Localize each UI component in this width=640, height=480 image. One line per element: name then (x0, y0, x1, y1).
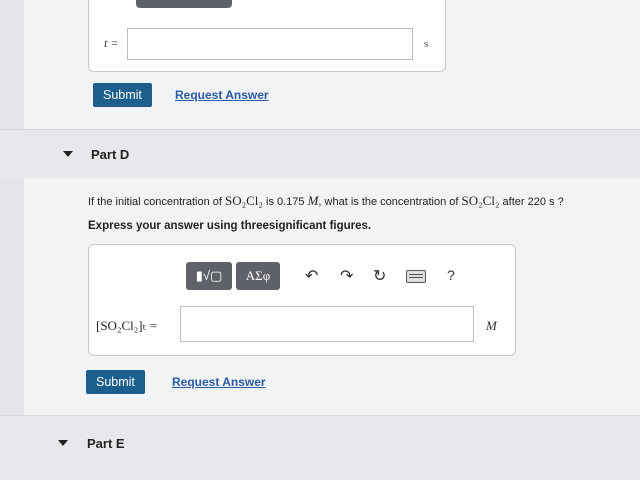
request-answer-link-prev[interactable]: Request Answer (175, 88, 269, 102)
concentration-label: [SO₂Cl₂]ₜ = (96, 318, 158, 333)
concentration-answer-input[interactable] (180, 306, 474, 342)
request-answer-link[interactable]: Request Answer (172, 375, 266, 389)
undo-icon[interactable]: ↶ (305, 266, 318, 286)
previous-toolbar[interactable] (136, 0, 232, 8)
part-e-header[interactable]: Part E (0, 416, 640, 480)
part-d-title: Part D (91, 147, 130, 162)
greek-symbols-button[interactable]: ΑΣφ (236, 262, 280, 290)
caret-down-icon (63, 151, 73, 157)
math-toolbar: ▮√▢ ΑΣφ (186, 261, 280, 291)
time-variable-label: t = (104, 36, 119, 50)
redo-icon[interactable]: ↷ (340, 266, 353, 286)
keyboard-icon[interactable] (406, 270, 426, 283)
instruction-text: Express your answer using threesignifica… (88, 220, 372, 232)
math-templates-button[interactable]: ▮√▢ (186, 262, 232, 290)
submit-button[interactable]: Submit (86, 370, 145, 394)
concentration-unit-label: M (486, 318, 497, 333)
reset-icon[interactable]: ↻ (373, 266, 386, 286)
time-answer-input[interactable] (127, 28, 413, 60)
question-text: If the initial concentration of SO₂Cl₂ i… (88, 193, 564, 208)
help-button[interactable]: ? (447, 267, 455, 283)
submit-button-prev[interactable]: Submit (93, 83, 152, 107)
time-unit-label: s (424, 38, 429, 50)
left-gutter (0, 0, 24, 480)
caret-down-icon (58, 440, 68, 446)
part-d-header[interactable]: Part D (0, 130, 640, 178)
part-e-title: Part E (87, 436, 125, 451)
assignment-page: t = s Submit Request Answer Part D If th… (0, 0, 640, 480)
